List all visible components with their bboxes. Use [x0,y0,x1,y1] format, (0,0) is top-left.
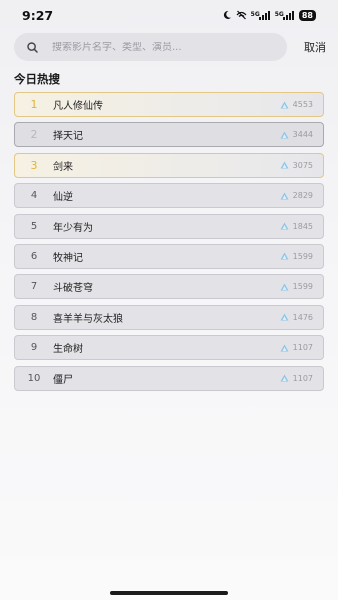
heat-icon [280,101,289,109]
heat-value: 1107 [292,343,313,353]
moon-icon [222,10,232,20]
rank-number: 2 [30,128,38,142]
item-title: 生命树 [53,344,83,356]
hot-search-item[interactable]: 5 年少有为 1845 [14,213,324,239]
heat-icon [280,222,289,230]
rank-number: 3 [30,158,38,172]
heat-count: 1845 [280,222,313,231]
search-input[interactable] [52,41,252,53]
status-bar: 9:27 5G 5G 88 [0,0,338,30]
heat-count: 1107 [280,374,313,383]
heat-icon [280,161,289,169]
heat-value: 1599 [292,282,313,292]
home-indicator[interactable] [110,591,228,595]
hot-search-item[interactable]: 4 仙逆 2829 [14,183,324,209]
heat-value: 1476 [292,312,313,322]
hot-search-item[interactable]: 6 牧神记 1599 [14,243,324,269]
search-icon [27,41,38,53]
rank-number: 7 [30,281,38,293]
hot-search-item[interactable]: 1 凡人修仙传 4553 [14,92,324,117]
heat-value: 3444 [292,130,313,140]
battery-icon: 88 [298,9,316,21]
rank-number: 9 [30,342,38,354]
heat-count: 4553 [280,100,313,109]
rank-number: 5 [30,220,38,232]
heat-count: 1599 [280,252,313,261]
item-title: 喜羊羊与灰太狼 [53,313,123,325]
hot-search-item[interactable]: 3 剑来 3075 [14,152,324,178]
heat-icon [280,131,289,139]
heat-value: 3075 [292,160,313,170]
heat-count: 1107 [280,343,313,352]
heat-value: 4553 [292,100,313,109]
rank-number: 6 [30,250,38,262]
heat-icon [280,344,289,352]
item-title: 凡人修仙传 [53,101,103,112]
status-icons: 5G 5G 88 [222,9,316,21]
item-title: 仙逆 [53,192,73,204]
heat-value: 2829 [292,191,313,201]
heat-icon [280,313,289,321]
mute-icon [236,10,247,20]
heat-count: 1476 [280,313,313,322]
hot-search-item[interactable]: 7 斗破苍穹 1599 [14,274,324,300]
signal-icon: 5G [275,10,295,20]
hot-search-item[interactable]: 9 生命树 1107 [14,335,324,361]
cancel-button[interactable]: 取消 [304,39,326,55]
status-time: 9:27 [22,7,54,23]
heat-count: 1599 [280,282,313,291]
hot-search-list: 1 凡人修仙传 4553 2 择天记 3444 3 剑来 3075 4 仙逆 2829 5 年少有为 184… [14,92,324,396]
rank-number: 1 [30,98,38,111]
heat-count: 3444 [280,130,313,139]
search-row: 取消 [14,33,326,61]
hot-search-item[interactable]: 8 喜羊羊与灰太狼 1476 [14,304,324,330]
item-title: 剑来 [53,161,73,173]
heat-icon [280,283,289,291]
heat-icon [280,374,289,382]
hot-search-item[interactable]: 2 择天记 3444 [14,122,324,148]
heat-count: 2829 [280,191,313,200]
rank-number: 8 [30,311,38,323]
item-title: 年少有为 [53,222,93,234]
rank-number: 10 [27,372,41,384]
heat-count: 3075 [280,161,313,170]
section-title: 今日热搜 [14,72,60,86]
item-title: 僵尸 [53,374,73,386]
heat-icon [280,252,289,260]
heat-value: 1599 [292,251,313,261]
hot-search-item[interactable]: 10 僵尸 1107 [14,365,324,391]
item-title: 牧神记 [53,252,83,264]
heat-value: 1845 [292,221,313,231]
heat-icon [280,192,289,200]
item-title: 择天记 [53,131,83,143]
heat-value: 1107 [292,373,313,383]
search-box[interactable] [14,33,287,61]
item-title: 斗破苍穹 [53,283,93,295]
signal-icon: 5G [251,10,271,20]
rank-number: 4 [30,190,38,202]
